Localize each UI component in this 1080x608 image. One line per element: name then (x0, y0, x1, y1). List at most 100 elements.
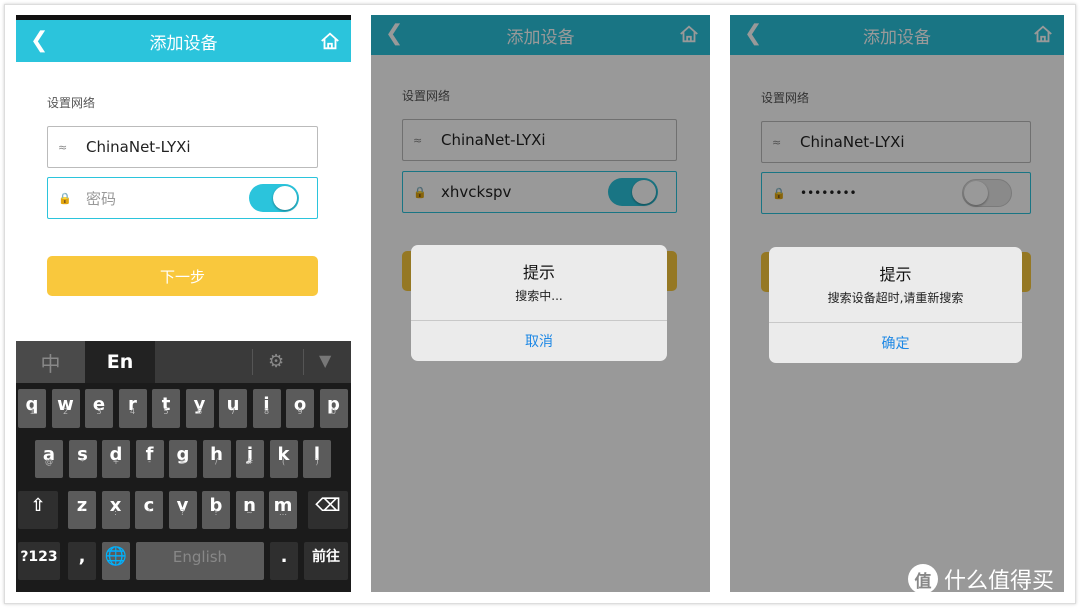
key-a[interactable]: a @ (35, 440, 63, 478)
hide-keyboard-icon[interactable]: ▼ (319, 351, 331, 370)
key-secondary: … (279, 508, 287, 517)
backspace-key[interactable]: ⌫ (308, 491, 348, 529)
home-icon[interactable] (319, 30, 341, 52)
space-key[interactable]: English (136, 542, 264, 580)
dialog-message: 搜索设备超时,请重新搜索 (827, 291, 964, 305)
key-secondary: 5 (163, 407, 169, 416)
key-secondary: 8 (263, 407, 270, 416)
key-v[interactable]: v? (168, 491, 197, 529)
tab-english[interactable]: En (85, 341, 155, 383)
key-secondary: 4 (129, 407, 136, 416)
go-key[interactable]: 前往 (304, 542, 348, 580)
password-placeholder: 密码 (86, 189, 117, 208)
key-c[interactable]: c " (135, 491, 163, 529)
key-secondary: 7 (230, 407, 236, 416)
key-w[interactable]: w2 (51, 389, 80, 428)
key-label: 前往 (312, 549, 340, 565)
ssid-value: ChinaNet-LYXi (86, 138, 191, 156)
key-secondary: ' (80, 508, 84, 517)
key-b[interactable]: b! (202, 491, 230, 529)
dialog-title: 提示 (522, 263, 555, 282)
key-o[interactable]: o9 (286, 389, 314, 428)
key-secondary: / (215, 457, 218, 466)
key-secondary: 3 (96, 407, 102, 416)
key-secondary: 0 (330, 407, 337, 416)
key-s[interactable]: s * (68, 440, 97, 478)
key-secondary: ( (281, 457, 286, 466)
confirm-button[interactable]: 确定 (769, 322, 1022, 363)
key-y[interactable]: y6 (185, 389, 214, 428)
period-key[interactable]: . (270, 542, 298, 580)
key-secondary: = (179, 457, 187, 466)
key-k[interactable]: k( (269, 440, 298, 478)
keyboard: 中 En ⚙ ▼ q 1 w 2 e 3 r 4 t 5 y 6 u 7 i 8 o 9 p 0 a @ s * d + f - g = h… (16, 341, 351, 592)
key-d[interactable]: d + (102, 440, 130, 478)
key-secondary: " (147, 508, 151, 517)
key-r[interactable]: r4 (118, 389, 147, 428)
header: ❮ 添加设备 (16, 20, 351, 62)
back-icon[interactable]: ❮ (30, 28, 48, 53)
watermark-text: 什么值得买 (944, 569, 1055, 594)
screen-input: ❮ 添加设备 设置网络 ≈ ChinaNet-LYXi 🔒 密码 下一步 中 En … (16, 15, 351, 592)
key-g[interactable]: g = (169, 440, 197, 478)
dialog-message: 搜索中... (515, 289, 563, 303)
language-key[interactable]: 🌐 (102, 542, 130, 580)
keyboard-toolbar: 中 En ⚙ ▼ (16, 341, 351, 383)
key-secondary: 9 (297, 407, 303, 416)
page-title: 添加设备 (149, 33, 218, 54)
key-secondary: # (246, 457, 254, 466)
key-label: . (280, 546, 288, 567)
key-label: ⌫ (315, 495, 341, 516)
key-secondary: 1 (29, 407, 35, 416)
key-secondary: ! (214, 508, 218, 517)
key-t[interactable]: t5 (152, 389, 180, 428)
key-label: 🌐 (104, 546, 128, 567)
watermark-logo: 值 (908, 564, 938, 594)
screen-searching: ❮ 添加设备 设置网络 ≈ ChinaNet-LYXi 🔒 xhvckspv 提示 … (371, 15, 710, 592)
key-i[interactable]: i8 (252, 389, 281, 428)
key-secondary: : (114, 508, 117, 517)
key-secondary: ~ (246, 508, 253, 517)
watermark: 值 什么值得买 (908, 563, 1054, 595)
key-secondary: 2 (62, 407, 69, 416)
search-dialog: 提示 搜索中... 取消 (411, 245, 667, 361)
tab-chinese[interactable]: 中 (16, 341, 85, 383)
key-label: ?123 (20, 549, 58, 565)
key-secondary: @ (45, 457, 53, 466)
cancel-button[interactable]: 取消 (411, 320, 667, 361)
key-h[interactable]: h / (202, 440, 231, 478)
wifi-icon: ≈ (58, 140, 68, 154)
key-n[interactable]: n ~ (235, 491, 264, 529)
key-e[interactable]: e3 (85, 389, 113, 428)
ssid-input[interactable]: ≈ ChinaNet-LYXi (47, 126, 318, 168)
gear-icon[interactable]: ⚙ (268, 351, 284, 372)
screen-timeout: ❮ 添加设备 设置网络 ≈ ChinaNet-LYXi 🔒 •••••••• 提示 … (730, 15, 1064, 592)
key-secondary: ? (180, 508, 185, 517)
key-label: ⇧ (30, 495, 46, 516)
key-j[interactable]: j # (236, 440, 264, 478)
password-input[interactable]: 🔒 密码 (47, 177, 318, 219)
lock-icon: 🔒 (58, 191, 72, 205)
key-p[interactable]: p0 (319, 389, 348, 428)
key-secondary: 6 (196, 407, 203, 416)
key-z[interactable]: z ' (68, 491, 96, 529)
key-secondary: ) (315, 457, 319, 466)
key-secondary: + (112, 457, 120, 466)
key-x[interactable]: x: (101, 491, 130, 529)
comma-key[interactable]: , (68, 542, 96, 580)
next-button[interactable]: 下一步 (47, 256, 318, 296)
key-m[interactable]: m… (269, 491, 297, 529)
key-q[interactable]: q1 (18, 389, 46, 428)
symbols-key[interactable]: ?123 (18, 542, 60, 580)
timeout-dialog: 提示 搜索设备超时,请重新搜索 确定 (769, 247, 1022, 363)
section-label: 设置网络 (47, 96, 96, 110)
key-f[interactable]: f- (135, 440, 164, 478)
key-u[interactable]: u7 (219, 389, 247, 428)
key-label: English (172, 548, 228, 566)
key-l[interactable]: l) (303, 440, 331, 478)
key-secondary: - (148, 457, 151, 466)
show-password-toggle[interactable] (249, 184, 299, 212)
key-secondary: * (80, 457, 85, 466)
dialog-title: 提示 (879, 265, 912, 284)
shift-key[interactable]: ⇧ (18, 491, 58, 529)
